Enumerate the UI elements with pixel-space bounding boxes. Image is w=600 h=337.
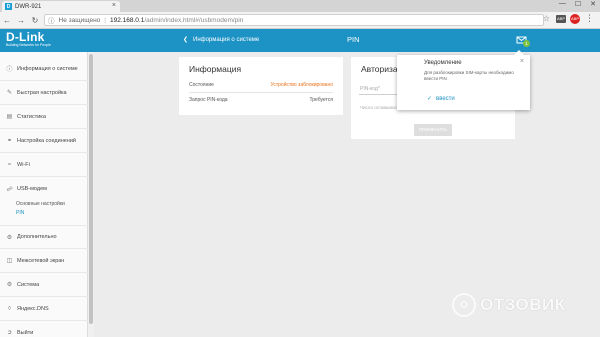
sidebar-item-label: Информация о системе xyxy=(17,65,78,72)
info-row-status: Состояние Устройство заблокировано xyxy=(189,82,333,88)
info-card-title: Информация xyxy=(189,64,242,74)
back-arrow-icon[interactable]: ← xyxy=(0,16,14,25)
pin-input[interactable]: PIN-код* xyxy=(360,86,380,92)
sidebar-item-label: Яндекс.DNS xyxy=(17,305,49,312)
info-icon: ⓘ xyxy=(6,67,13,73)
info-circle-icon[interactable]: ⓘ xyxy=(48,15,55,25)
stats-icon: ▤ xyxy=(6,114,13,120)
sidebar-item-label: Дополнительно xyxy=(17,234,57,240)
notification-badge: 1 xyxy=(523,40,530,47)
url-bar[interactable]: ⓘ Не защищено | 192.168.0.1/admin/index.… xyxy=(44,14,544,26)
close-tab-icon[interactable]: × xyxy=(112,2,116,9)
checkmark-icon: ✓ xyxy=(427,96,433,102)
window-controls: — ☐ ✕ xyxy=(559,0,596,8)
browser-toolbar: ← → ↻ ⓘ Не защищено | 192.168.0.1/admin/… xyxy=(0,12,600,29)
sidebar-item-label: Настройка соединений xyxy=(17,137,76,144)
bookmark-star-icon[interactable]: ☆ xyxy=(543,14,550,23)
tab-title: DWR-921 xyxy=(15,3,42,10)
info-row-value: Устройство заблокировано xyxy=(270,82,333,88)
sidebar-item-advanced[interactable]: ⚙ Дополнительно xyxy=(0,225,88,249)
sidebar-item-statistics[interactable]: ▤ Статистика xyxy=(0,105,88,129)
sidebar-item-quick-setup[interactable]: ✎ Быстрая настройка xyxy=(0,81,88,105)
popup-title: Уведомление xyxy=(424,60,462,66)
sidebar-item-label: Быстрая настройка xyxy=(17,89,67,96)
logout-icon: ➲ xyxy=(6,330,13,336)
dns-icon: ◊ xyxy=(8,305,11,312)
back-link-label: Информация о системе xyxy=(193,36,260,43)
otzovik-watermark: O ОТЗОВИК xyxy=(452,293,566,317)
sidebar-item-label: Межсетевой экран xyxy=(17,257,65,264)
otzovik-logo-icon: O xyxy=(452,293,476,317)
info-row-label: Состояние xyxy=(189,82,214,88)
logo-name: D-Link xyxy=(6,30,45,44)
dlink-favicon-icon: D xyxy=(5,3,12,10)
sidebar-item-usb-modem[interactable]: ☍ USB-модем xyxy=(0,177,88,201)
url-separator: | xyxy=(104,16,106,24)
sidebar-item-label: Система xyxy=(17,281,40,288)
minimize-icon[interactable]: — xyxy=(559,0,566,8)
system-icon: ⚙ xyxy=(6,282,13,288)
firewall-icon: ◫ xyxy=(6,258,13,264)
enter-pin-link[interactable]: ✓ ввести xyxy=(427,95,455,103)
usb-icon: ☍ xyxy=(6,186,13,193)
popup-message: Для разблокировки SIM-карты необходимо в… xyxy=(424,70,514,81)
sidebar-item-label: USB-модем xyxy=(17,186,47,192)
info-row-label: Запрос PIN-кода xyxy=(189,97,228,103)
sidebar-item-system[interactable]: ⚙ Система xyxy=(0,273,88,297)
dlink-logo[interactable]: D-Link Building Networks for People xyxy=(6,30,51,48)
sidebar-item-label: Выйти xyxy=(17,329,34,336)
sidebar-item-label: Wi-Fi xyxy=(17,161,30,168)
wifi-icon: ≈ xyxy=(7,161,12,168)
advanced-icon: ⚙ xyxy=(6,234,13,241)
sidebar-item-label: Статистика xyxy=(17,113,46,120)
info-row-pin-request: Запрос PIN-кода Требуется xyxy=(189,97,333,103)
back-link[interactable]: ❮ Информация о системе xyxy=(183,36,260,44)
browser-tab[interactable]: D DWR-921 × xyxy=(2,1,120,12)
sidebar-subitem-pin[interactable]: PIN xyxy=(16,210,24,216)
divider xyxy=(189,92,333,93)
reload-icon[interactable]: ↻ xyxy=(28,16,42,25)
maximize-icon[interactable]: ☐ xyxy=(575,0,581,8)
sidebar-subitem-basic-settings[interactable]: Основные настройки xyxy=(16,201,65,207)
sidebar-item-firewall[interactable]: ◫ Межсетевой экран xyxy=(0,249,88,273)
page-title: PIN xyxy=(347,35,360,44)
sidebar-item-yandex-dns[interactable]: ◊ Яндекс.DNS xyxy=(0,297,88,321)
watermark-text: ОТЗОВИК xyxy=(480,295,566,314)
url-path: /admin/index.html#/usbmodem/pin xyxy=(144,16,244,24)
sidebar: ⓘ Информация о системе ✎ Быстрая настрой… xyxy=(0,52,88,337)
info-card: Информация Состояние Устройство заблокир… xyxy=(179,57,343,115)
menu-dots-icon[interactable]: ⋮ xyxy=(585,13,594,24)
enter-pin-label: ввести xyxy=(436,95,455,102)
sidebar-item-system-info[interactable]: ⓘ Информация о системе xyxy=(0,57,88,81)
security-label[interactable]: Не защищено xyxy=(59,17,101,24)
adblock-icon[interactable]: ABP xyxy=(570,14,580,24)
extension-icon[interactable]: ABP xyxy=(556,15,566,23)
close-window-icon[interactable]: ✕ xyxy=(590,0,596,8)
connections-icon: ⚭ xyxy=(6,138,13,144)
sidebar-scrollbar[interactable] xyxy=(88,52,94,337)
logo-tagline: Building Networks for People xyxy=(6,43,51,47)
sidebar-item-connections[interactable]: ⚭ Настройка соединений xyxy=(0,129,88,153)
wizard-icon: ✎ xyxy=(6,90,13,96)
apply-button[interactable]: ПРИМЕНИТЬ xyxy=(414,124,452,136)
app-header: D-Link Building Networks for People ❮ Ин… xyxy=(0,29,600,52)
forward-arrow-icon[interactable]: → xyxy=(14,16,28,25)
notification-popup: Уведомление × Для разблокировки SIM-карт… xyxy=(397,50,530,110)
url-host: 192.168.0.1 xyxy=(110,16,145,24)
sidebar-item-logout[interactable]: ➲ Выйти xyxy=(0,321,88,337)
close-icon[interactable]: × xyxy=(520,58,524,65)
chevron-left-icon: ❮ xyxy=(183,37,189,43)
scrollbar-thumb[interactable] xyxy=(89,54,93,324)
browser-titlebar: D DWR-921 × — ☐ ✕ xyxy=(0,0,600,12)
sidebar-item-wifi[interactable]: ≈ Wi-Fi xyxy=(0,153,88,177)
info-row-value: Требуется xyxy=(309,97,333,103)
